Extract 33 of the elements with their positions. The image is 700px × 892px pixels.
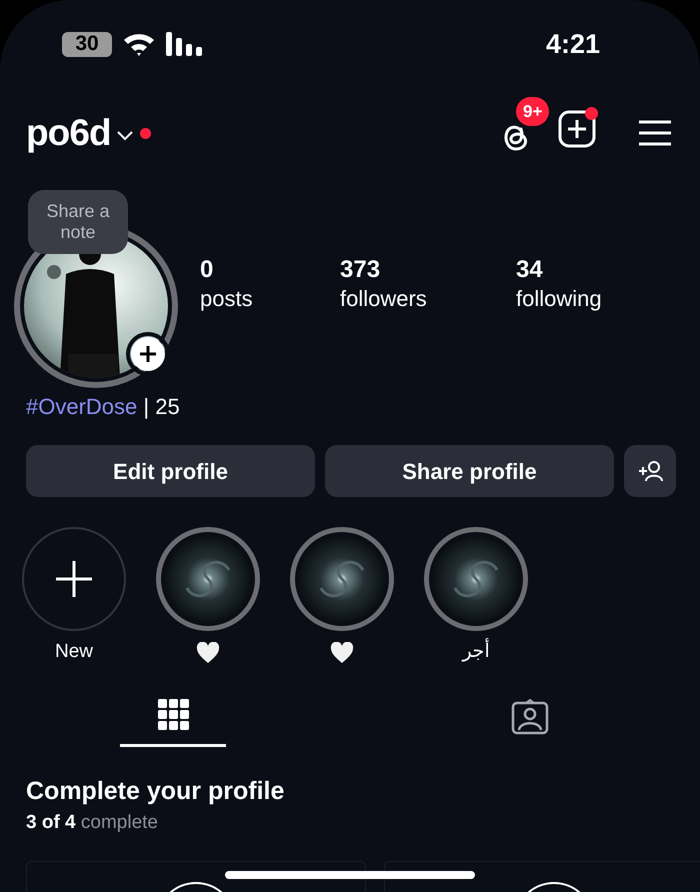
person-tag-icon xyxy=(511,699,549,735)
highlight-cover[interactable] xyxy=(424,527,528,631)
highlight-cover[interactable] xyxy=(290,527,394,631)
heart-icon xyxy=(330,641,354,665)
stat-count[interactable]: 373 xyxy=(340,256,516,284)
note-bubble[interactable]: Share a note xyxy=(28,190,128,254)
wifi-icon xyxy=(122,31,156,57)
add-person-button[interactable] xyxy=(624,445,676,497)
plus-icon xyxy=(54,559,94,599)
highlight-label: New xyxy=(54,640,93,664)
grid-icon xyxy=(158,699,188,730)
username[interactable]: po6d xyxy=(26,105,111,161)
profile-button[interactable]: Share profile xyxy=(325,445,614,497)
create-icon[interactable] xyxy=(558,110,596,148)
progress-text: 3 of 4 complete xyxy=(25,811,159,835)
profile-button[interactable]: Edit profile xyxy=(26,445,315,497)
battery-level: 30 xyxy=(62,32,112,56)
clock-time: 4:21 xyxy=(546,28,600,61)
stat-label[interactable]: followers xyxy=(340,284,516,314)
section-title: Complete your profile xyxy=(25,776,286,807)
stat-count[interactable]: 34 xyxy=(516,256,636,284)
heart-icon xyxy=(196,641,220,665)
stat-count[interactable]: 0 xyxy=(200,256,340,284)
stat-label[interactable]: following xyxy=(516,284,636,314)
highlight-cover[interactable] xyxy=(156,527,260,631)
bio-text: #OverDose | 25 xyxy=(25,393,181,421)
signal-icon xyxy=(166,32,204,56)
menu-icon[interactable] xyxy=(638,119,672,147)
chevron-down-icon[interactable] xyxy=(116,129,134,141)
stat-label[interactable]: posts xyxy=(200,284,340,314)
add-person-icon xyxy=(637,460,663,482)
highlight-label: أجر xyxy=(462,639,490,665)
notification-badge: 9+ xyxy=(516,97,550,126)
